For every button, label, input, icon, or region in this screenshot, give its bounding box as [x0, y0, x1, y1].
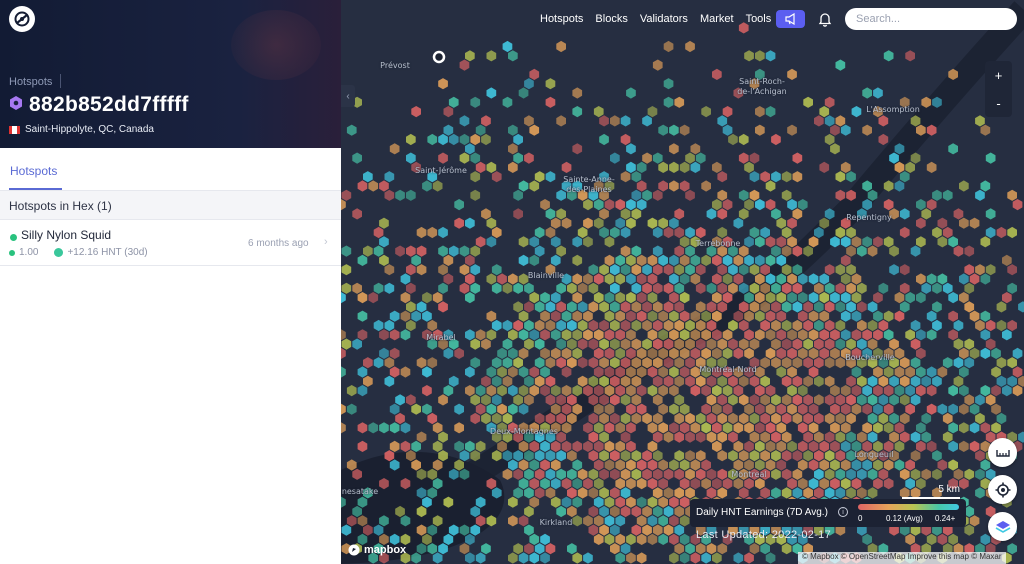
hotspot-stats: 1.00 +12.16 HNT (30d) — [9, 247, 148, 258]
layers-icon — [995, 520, 1010, 533]
page-title: 882b852dd7fffff — [9, 93, 189, 117]
legend-avg: 0.12 (Avg) — [886, 514, 923, 523]
map-place-label: Montréal-Nord — [699, 365, 757, 374]
canada-flag-icon — [9, 125, 20, 134]
map-place-label: Montreal — [731, 470, 767, 479]
collapse-panel-button[interactable]: ‹ — [341, 85, 355, 107]
map-attribution[interactable]: © Mapbox © OpenStreetMap Improve this ma… — [798, 552, 1006, 564]
crosshair-icon — [995, 482, 1010, 497]
location-text: Saint-Hippolyte, QC, Canada — [25, 124, 154, 135]
active-tab-indicator — [9, 188, 62, 190]
megaphone-icon — [784, 13, 795, 25]
hotspot-earnings: +12.16 HNT (30d) — [67, 247, 148, 258]
legend-gradient — [858, 504, 959, 510]
hotspot-name[interactable]: Silly Nylon Squid — [21, 228, 111, 242]
announcement-button[interactable] — [776, 10, 805, 28]
panel-header: Hotspots 882b852dd7fffff Saint-Hippolyte… — [0, 0, 341, 148]
selected-hex-marker[interactable] — [432, 50, 446, 64]
hotspot-age: 6 months ago — [248, 238, 309, 249]
mapbox-logo[interactable]: mapbox — [348, 544, 406, 556]
scale-label: 5 km — [938, 484, 960, 495]
map-place-label: Sainte-Anne-des-Plaines — [563, 175, 615, 194]
map-place-label: Mirabel — [426, 333, 456, 342]
map-place-label: Saint-Roch-de-l'Achigan — [737, 77, 787, 96]
mapbox-icon — [348, 544, 360, 556]
panel-tabs: Hotspots — [0, 148, 341, 191]
hnt-icon — [54, 248, 64, 257]
map-place-label: Boucherville — [845, 353, 895, 362]
helium-logo-icon[interactable] — [9, 6, 35, 32]
online-status-icon — [10, 234, 17, 241]
reward-scale: 1.00 — [19, 247, 39, 258]
hex-id: 882b852dd7fffff — [29, 93, 189, 116]
section-header: Hotspots in Hex (1) — [0, 191, 341, 220]
nav-market[interactable]: Market — [700, 13, 734, 25]
map-place-label: Saint-Jérôme — [415, 166, 467, 175]
map-place-label: Prévost — [380, 61, 410, 70]
map-place-label: Longueuil — [854, 450, 894, 459]
last-updated: Last Updated: 2022-02-17 — [696, 529, 832, 541]
search-input[interactable] — [845, 8, 1017, 30]
zoom-out-button[interactable]: - — [985, 89, 1012, 117]
legend-max: 0.24+ — [935, 514, 956, 523]
ruler-icon — [995, 449, 1010, 457]
list-item[interactable]: Silly Nylon Squid 1.00 +12.16 HNT (30d) … — [0, 220, 341, 266]
reward-scale-icon — [9, 249, 15, 256]
hex-details-panel: Hotspots 882b852dd7fffff Saint-Hippolyte… — [0, 0, 341, 564]
bell-icon[interactable] — [817, 11, 833, 27]
earnings-legend: Daily HNT Earnings (7D Avg.) i 0 0.12 (A… — [690, 499, 966, 527]
map-place-label: Repentigny — [846, 213, 892, 222]
map-place-label: L'Assomption — [866, 105, 920, 114]
nav-tools[interactable]: Tools — [746, 13, 772, 25]
nav-validators[interactable]: Validators — [640, 13, 688, 25]
locate-button[interactable] — [988, 475, 1017, 504]
app-root: Prévost Saint-Roch-de-l'Achigan L'Assompti… — [0, 0, 1024, 564]
layers-button[interactable] — [988, 512, 1017, 541]
map-place-label: Terrebonne — [695, 239, 741, 248]
nav-blocks[interactable]: Blocks — [595, 13, 627, 25]
nav-hotspots[interactable]: Hotspots — [540, 13, 583, 25]
map-place-label: Kirkland — [539, 518, 573, 527]
hexagon-icon — [9, 95, 23, 116]
legend-min: 0 — [858, 514, 863, 523]
map-place-label: Blainville — [527, 271, 565, 280]
info-icon[interactable]: i — [838, 507, 848, 517]
measure-button[interactable] — [988, 438, 1017, 467]
breadcrumb-divider — [60, 74, 61, 88]
chevron-right-icon: › — [324, 236, 328, 248]
location: Saint-Hippolyte, QC, Canada — [9, 124, 154, 135]
top-nav: Hotspots Blocks Validators Market Tools — [540, 13, 771, 25]
zoom-in-button[interactable]: + — [985, 61, 1012, 89]
map-place-label: Deux-Montagnes — [490, 427, 558, 436]
legend-title: Daily HNT Earnings (7D Avg.) — [696, 507, 828, 518]
breadcrumb[interactable]: Hotspots — [9, 76, 52, 88]
zoom-control: + - — [985, 61, 1012, 117]
tab-hotspots[interactable]: Hotspots — [10, 164, 57, 178]
